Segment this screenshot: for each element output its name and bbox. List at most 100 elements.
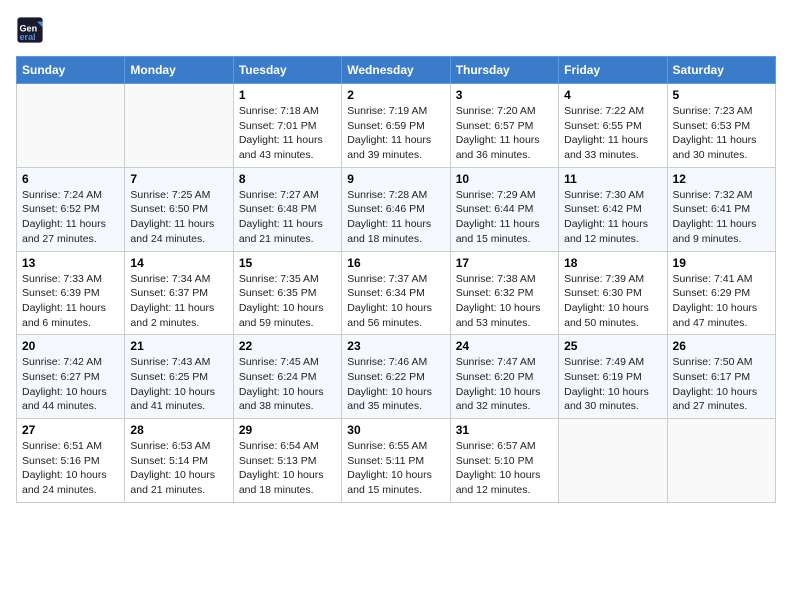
day-number: 6 [22, 172, 119, 186]
day-number: 2 [347, 88, 444, 102]
day-number: 29 [239, 423, 336, 437]
day-number: 19 [673, 256, 770, 270]
calendar-cell [559, 419, 667, 503]
day-number: 22 [239, 339, 336, 353]
calendar-cell: 24 Sunrise: 7:47 AMSunset: 6:20 PMDayligh… [450, 335, 558, 419]
calendar-cell: 2 Sunrise: 7:19 AMSunset: 6:59 PMDaylight… [342, 84, 450, 168]
day-number: 18 [564, 256, 661, 270]
day-number: 31 [456, 423, 553, 437]
day-info: Sunrise: 7:46 AMSunset: 6:22 PMDaylight:… [347, 355, 444, 414]
day-number: 10 [456, 172, 553, 186]
day-number: 24 [456, 339, 553, 353]
day-of-week-header: Thursday [450, 57, 558, 84]
day-number: 21 [130, 339, 227, 353]
day-of-week-header: Wednesday [342, 57, 450, 84]
day-number: 25 [564, 339, 661, 353]
day-number: 7 [130, 172, 227, 186]
day-number: 28 [130, 423, 227, 437]
calendar-table: SundayMondayTuesdayWednesdayThursdayFrid… [16, 56, 776, 503]
day-info: Sunrise: 6:57 AMSunset: 5:10 PMDaylight:… [456, 439, 553, 498]
day-info: Sunrise: 7:32 AMSunset: 6:41 PMDaylight:… [673, 188, 770, 247]
logo-icon: Gen eral [16, 16, 44, 44]
day-number: 12 [673, 172, 770, 186]
calendar-body: 1Sunrise: 7:18 AMSunset: 7:01 PMDaylight… [17, 84, 776, 503]
day-info: Sunrise: 7:18 AMSunset: 7:01 PMDaylight:… [239, 104, 336, 163]
page-header: Gen eral [16, 16, 776, 44]
calendar-cell: 9 Sunrise: 7:28 AMSunset: 6:46 PMDaylight… [342, 167, 450, 251]
day-number: 20 [22, 339, 119, 353]
day-info: Sunrise: 6:53 AMSunset: 5:14 PMDaylight:… [130, 439, 227, 498]
day-number: 26 [673, 339, 770, 353]
day-number: 5 [673, 88, 770, 102]
calendar-cell: 21 Sunrise: 7:43 AMSunset: 6:25 PMDayligh… [125, 335, 233, 419]
day-info: Sunrise: 7:43 AMSunset: 6:25 PMDaylight:… [130, 355, 227, 414]
day-of-week-header: Friday [559, 57, 667, 84]
calendar-cell: 26Sunrise: 7:50 AMSunset: 6:17 PMDayligh… [667, 335, 775, 419]
logo: Gen eral [16, 16, 46, 44]
calendar-week-row: 6 Sunrise: 7:24 AMSunset: 6:52 PMDaylight… [17, 167, 776, 251]
day-info: Sunrise: 7:24 AMSunset: 6:52 PMDaylight:… [22, 188, 119, 247]
day-number: 11 [564, 172, 661, 186]
calendar-cell: 22 Sunrise: 7:45 AMSunset: 6:24 PMDayligh… [233, 335, 341, 419]
day-of-week-header: Tuesday [233, 57, 341, 84]
calendar-cell: 19Sunrise: 7:41 AMSunset: 6:29 PMDayligh… [667, 251, 775, 335]
calendar-header: SundayMondayTuesdayWednesdayThursdayFrid… [17, 57, 776, 84]
day-of-week-header: Saturday [667, 57, 775, 84]
calendar-cell: 28 Sunrise: 6:53 AMSunset: 5:14 PMDayligh… [125, 419, 233, 503]
day-info: Sunrise: 7:37 AMSunset: 6:34 PMDaylight:… [347, 272, 444, 331]
day-info: Sunrise: 7:39 AMSunset: 6:30 PMDaylight:… [564, 272, 661, 331]
day-info: Sunrise: 7:42 AMSunset: 6:27 PMDaylight:… [22, 355, 119, 414]
header-row: SundayMondayTuesdayWednesdayThursdayFrid… [17, 57, 776, 84]
day-info: Sunrise: 7:29 AMSunset: 6:44 PMDaylight:… [456, 188, 553, 247]
calendar-cell: 31 Sunrise: 6:57 AMSunset: 5:10 PMDayligh… [450, 419, 558, 503]
day-number: 15 [239, 256, 336, 270]
calendar-cell: 3 Sunrise: 7:20 AMSunset: 6:57 PMDaylight… [450, 84, 558, 168]
day-info: Sunrise: 7:19 AMSunset: 6:59 PMDaylight:… [347, 104, 444, 163]
day-info: Sunrise: 7:33 AMSunset: 6:39 PMDaylight:… [22, 272, 119, 331]
day-number: 27 [22, 423, 119, 437]
day-info: Sunrise: 7:45 AMSunset: 6:24 PMDaylight:… [239, 355, 336, 414]
calendar-cell: 4Sunrise: 7:22 AMSunset: 6:55 PMDaylight… [559, 84, 667, 168]
calendar-cell: 15Sunrise: 7:35 AMSunset: 6:35 PMDayligh… [233, 251, 341, 335]
day-info: Sunrise: 6:51 AMSunset: 5:16 PMDaylight:… [22, 439, 119, 498]
day-info: Sunrise: 7:47 AMSunset: 6:20 PMDaylight:… [456, 355, 553, 414]
day-number: 9 [347, 172, 444, 186]
calendar-week-row: 27 Sunrise: 6:51 AMSunset: 5:16 PMDayligh… [17, 419, 776, 503]
day-info: Sunrise: 7:34 AMSunset: 6:37 PMDaylight:… [130, 272, 227, 331]
calendar-cell: 14Sunrise: 7:34 AMSunset: 6:37 PMDayligh… [125, 251, 233, 335]
day-number: 17 [456, 256, 553, 270]
day-info: Sunrise: 7:20 AMSunset: 6:57 PMDaylight:… [456, 104, 553, 163]
day-number: 30 [347, 423, 444, 437]
calendar-week-row: 20 Sunrise: 7:42 AMSunset: 6:27 PMDayligh… [17, 335, 776, 419]
day-number: 16 [347, 256, 444, 270]
calendar-week-row: 13Sunrise: 7:33 AMSunset: 6:39 PMDayligh… [17, 251, 776, 335]
day-info: Sunrise: 7:28 AMSunset: 6:46 PMDaylight:… [347, 188, 444, 247]
day-number: 3 [456, 88, 553, 102]
day-info: Sunrise: 7:49 AMSunset: 6:19 PMDaylight:… [564, 355, 661, 414]
calendar-cell: 18 Sunrise: 7:39 AMSunset: 6:30 PMDayligh… [559, 251, 667, 335]
day-info: Sunrise: 7:25 AMSunset: 6:50 PMDaylight:… [130, 188, 227, 247]
day-of-week-header: Sunday [17, 57, 125, 84]
day-number: 4 [564, 88, 661, 102]
calendar-cell: 6 Sunrise: 7:24 AMSunset: 6:52 PMDaylight… [17, 167, 125, 251]
day-info: Sunrise: 6:54 AMSunset: 5:13 PMDaylight:… [239, 439, 336, 498]
calendar-cell: 16 Sunrise: 7:37 AMSunset: 6:34 PMDayligh… [342, 251, 450, 335]
calendar-cell: 10 Sunrise: 7:29 AMSunset: 6:44 PMDayligh… [450, 167, 558, 251]
calendar-week-row: 1Sunrise: 7:18 AMSunset: 7:01 PMDaylight… [17, 84, 776, 168]
calendar-cell: 25 Sunrise: 7:49 AMSunset: 6:19 PMDayligh… [559, 335, 667, 419]
calendar-cell: 11Sunrise: 7:30 AMSunset: 6:42 PMDayligh… [559, 167, 667, 251]
calendar-cell: 29 Sunrise: 6:54 AMSunset: 5:13 PMDayligh… [233, 419, 341, 503]
calendar-cell: 17 Sunrise: 7:38 AMSunset: 6:32 PMDayligh… [450, 251, 558, 335]
day-info: Sunrise: 6:55 AMSunset: 5:11 PMDaylight:… [347, 439, 444, 498]
day-info: Sunrise: 7:27 AMSunset: 6:48 PMDaylight:… [239, 188, 336, 247]
day-info: Sunrise: 7:38 AMSunset: 6:32 PMDaylight:… [456, 272, 553, 331]
calendar-cell [17, 84, 125, 168]
calendar-cell: 20 Sunrise: 7:42 AMSunset: 6:27 PMDayligh… [17, 335, 125, 419]
day-of-week-header: Monday [125, 57, 233, 84]
day-number: 23 [347, 339, 444, 353]
day-info: Sunrise: 7:23 AMSunset: 6:53 PMDaylight:… [673, 104, 770, 163]
calendar-cell: 1Sunrise: 7:18 AMSunset: 7:01 PMDaylight… [233, 84, 341, 168]
calendar-cell: 8Sunrise: 7:27 AMSunset: 6:48 PMDaylight… [233, 167, 341, 251]
calendar-cell [667, 419, 775, 503]
calendar-cell: 13Sunrise: 7:33 AMSunset: 6:39 PMDayligh… [17, 251, 125, 335]
